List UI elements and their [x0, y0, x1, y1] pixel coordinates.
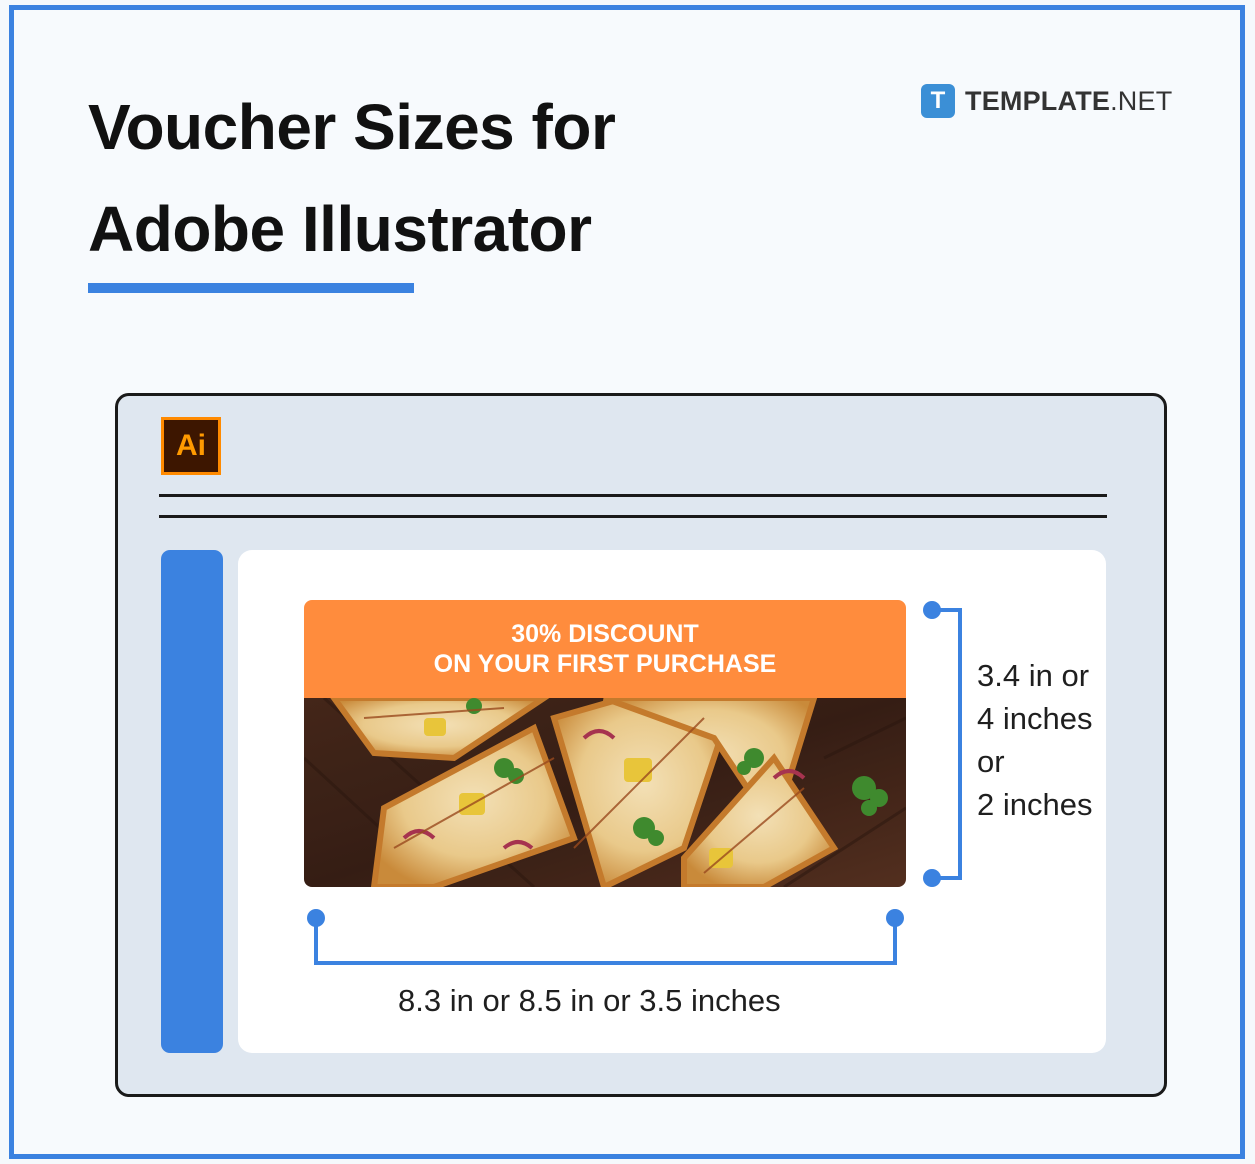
- height-line-1: 3.4 in or: [977, 658, 1090, 693]
- height-dimension-bracket: [923, 601, 962, 887]
- height-dimension-label: 3.4 in or 4 inches or 2 inches: [977, 654, 1092, 826]
- width-dimension-label: 8.3 in or 8.5 in or 3.5 inches: [398, 983, 781, 1018]
- width-dimension-bracket: [307, 909, 904, 965]
- height-line-2: 4 inches: [977, 701, 1093, 736]
- height-line-3: or: [977, 744, 1005, 779]
- height-line-4: 2 inches: [977, 787, 1093, 822]
